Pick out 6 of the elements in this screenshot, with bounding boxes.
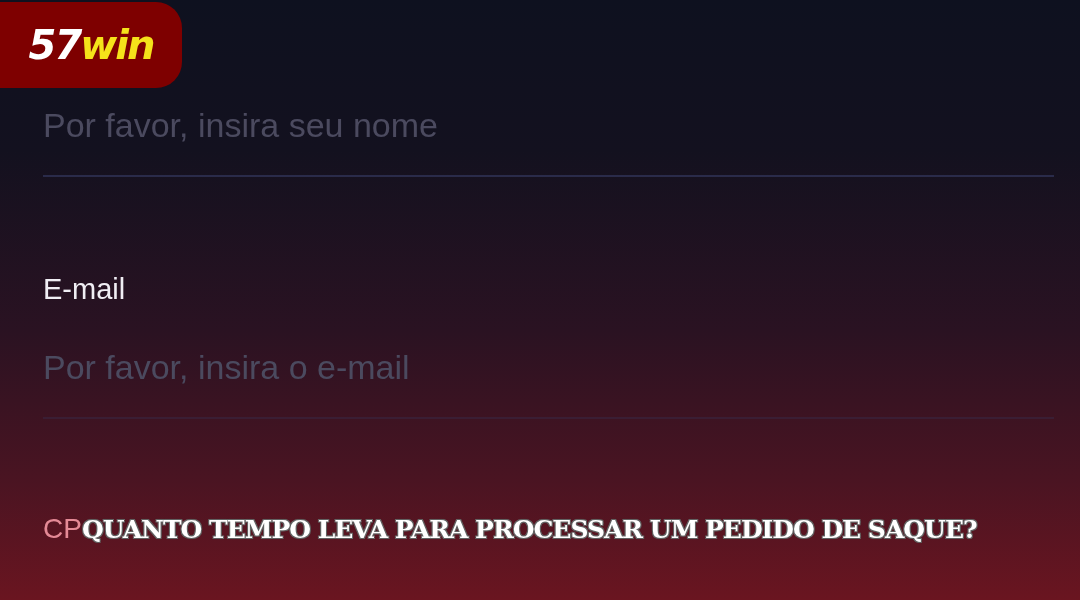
input-field[interactable]: Por favor, insira seu nome — [43, 102, 1054, 177]
input-field[interactable]: Por favor, insira o e-mail — [43, 344, 1054, 419]
field-label: E-mail — [43, 273, 127, 306]
logo: 57win — [0, 2, 182, 88]
field-label: CP — [43, 513, 82, 545]
caption-title: QUANTO TEMPO LEVA PARA PROCESSAR UM PEDIDO DE SAQUE? — [81, 514, 977, 544]
